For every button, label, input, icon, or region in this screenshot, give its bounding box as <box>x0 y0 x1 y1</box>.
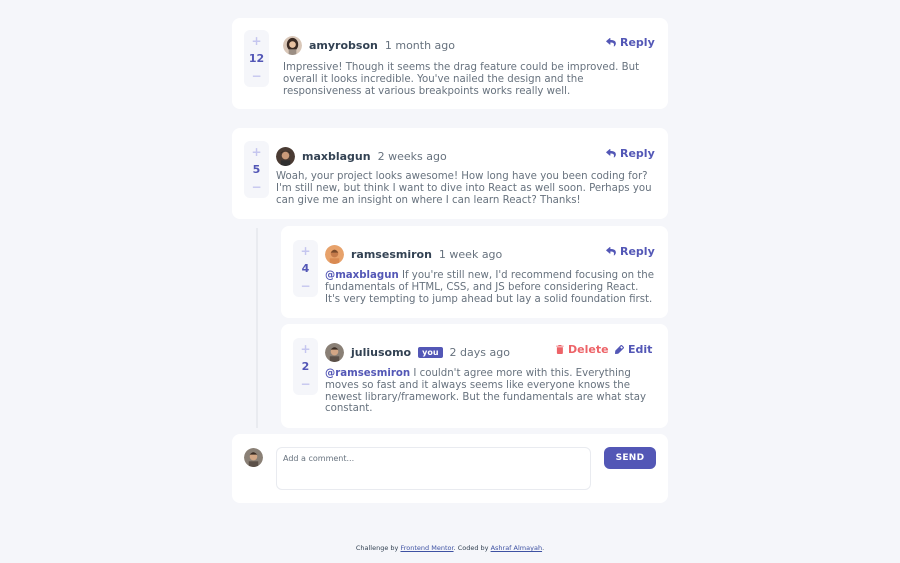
frontend-mentor-link[interactable]: Frontend Mentor <box>400 544 453 552</box>
comment-card-amyrobson: + 12 − amyrobson 1 month ago Reply Impre… <box>232 18 668 109</box>
upvote-button[interactable]: + <box>300 342 310 356</box>
reply-icon <box>606 38 616 47</box>
username[interactable]: juliusomo <box>351 346 411 359</box>
vote-box: + 4 − <box>293 240 318 297</box>
footer-prefix: Challenge by <box>355 544 401 552</box>
mention-link[interactable]: @maxblagun <box>325 270 399 281</box>
comment-text: Impressive! Though it seems the drag fea… <box>283 62 640 97</box>
you-badge: you <box>418 346 443 358</box>
footer-middle: . Coded by <box>453 544 491 552</box>
score-value: 2 <box>301 360 310 373</box>
edit-label: Edit <box>628 343 653 356</box>
vote-box: + 2 − <box>293 338 318 395</box>
score-value: 5 <box>252 163 261 176</box>
comment-card-maxblagun: + 5 − maxblagun 2 weeks ago Reply Woah, … <box>232 128 668 219</box>
reply-button[interactable]: Reply <box>606 147 655 160</box>
trash-icon <box>556 345 564 354</box>
comment-text: @ramsesmiron I couldn't agree more with … <box>325 368 655 415</box>
username[interactable]: amyrobson <box>309 39 378 52</box>
pencil-icon <box>615 345 624 354</box>
author-link[interactable]: Ashraf Almayah <box>491 544 542 552</box>
score-value: 12 <box>248 52 265 65</box>
comment-text: @maxblagun If you're still new, I'd reco… <box>325 270 655 305</box>
send-button[interactable]: SEND <box>604 447 656 469</box>
reply-icon <box>606 149 616 158</box>
reply-label: Reply <box>620 36 655 49</box>
comment-date: 1 month ago <box>384 38 456 52</box>
reply-label: Reply <box>620 245 655 258</box>
reply-button[interactable]: Reply <box>606 245 655 258</box>
downvote-button[interactable]: − <box>300 279 310 293</box>
comment-date: 2 weeks ago <box>377 149 447 163</box>
attribution-footer: Challenge by Frontend Mentor. Coded by A… <box>0 544 900 552</box>
edit-button[interactable]: Edit <box>615 343 652 356</box>
reply-button[interactable]: Reply <box>606 36 655 49</box>
upvote-button[interactable]: + <box>251 145 261 159</box>
avatar <box>276 146 295 166</box>
score-value: 4 <box>301 262 310 275</box>
upvote-button[interactable]: + <box>300 244 310 258</box>
reply-card-juliusomo: + 2 − juliusomo you 2 days ago Delete Ed… <box>281 324 668 428</box>
vote-box: + 5 − <box>244 141 269 198</box>
downvote-button[interactable]: − <box>251 69 261 83</box>
avatar <box>325 244 344 264</box>
upvote-button[interactable]: + <box>251 34 261 48</box>
reply-label: Reply <box>620 147 655 160</box>
username[interactable]: maxblagun <box>302 150 371 163</box>
comment-input[interactable] <box>276 447 591 490</box>
mention-link[interactable]: @ramsesmiron <box>325 368 410 379</box>
comment-date: 2 days ago <box>449 345 510 359</box>
reply-icon <box>606 247 616 256</box>
avatar <box>283 35 302 55</box>
avatar <box>325 342 344 362</box>
footer-suffix: . <box>542 544 545 552</box>
downvote-button[interactable]: − <box>251 180 261 194</box>
username[interactable]: ramsesmiron <box>351 248 432 261</box>
reply-card-ramsesmiron: + 4 − ramsesmiron 1 week ago Reply @maxb… <box>281 226 668 318</box>
vote-box: + 12 − <box>244 30 269 87</box>
delete-button[interactable]: Delete <box>556 343 609 356</box>
delete-label: Delete <box>568 343 609 356</box>
comment-text: Woah, your project looks awesome! How lo… <box>276 171 652 206</box>
downvote-button[interactable]: − <box>300 377 310 391</box>
current-user-avatar <box>244 448 263 467</box>
reply-thread-line <box>256 228 258 428</box>
comment-date: 1 week ago <box>438 247 503 261</box>
